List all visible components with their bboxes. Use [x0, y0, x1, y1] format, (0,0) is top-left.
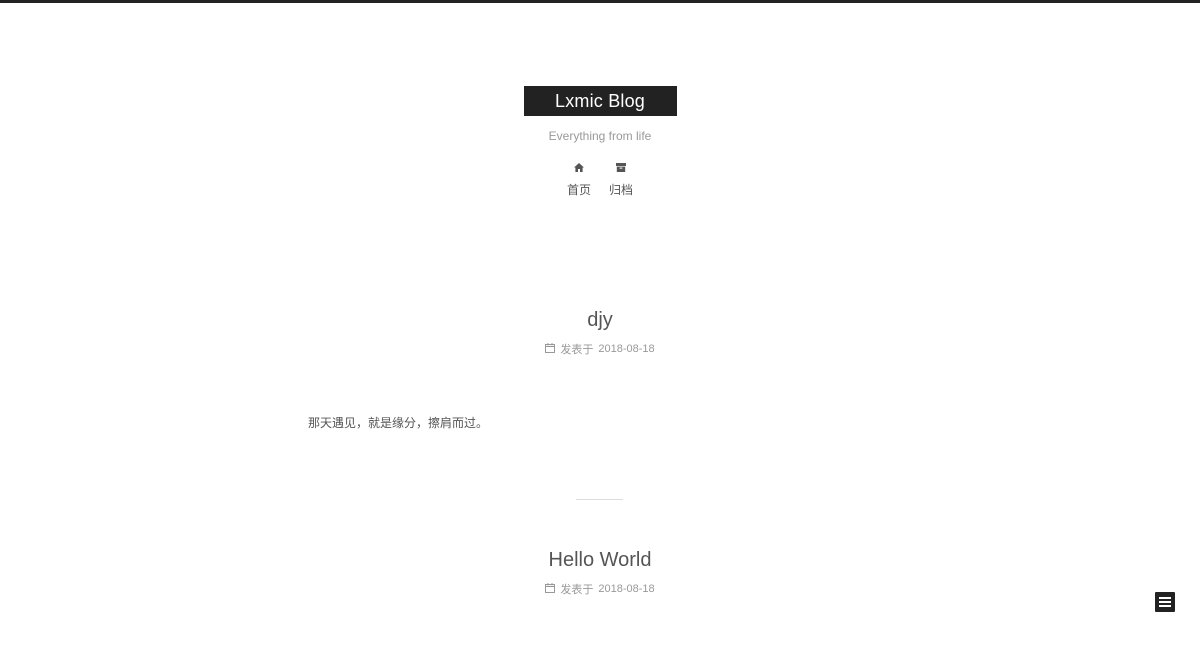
post-title[interactable]: djy — [587, 309, 613, 331]
home-icon — [574, 159, 584, 175]
post-title[interactable]: Hello World — [549, 549, 652, 571]
sidebar-toggle-button[interactable] — [1155, 592, 1175, 612]
menu-label-home: 首页 — [566, 183, 591, 197]
post-meta-label: 发表于 — [560, 584, 594, 596]
post-meta: 发表于 2018-08-18 — [0, 581, 1200, 597]
post-date: 2018-08-18 — [598, 583, 655, 595]
archive-icon — [616, 159, 626, 175]
post-date: 2018-08-18 — [598, 343, 655, 355]
calendar-icon — [545, 582, 556, 596]
menu-item-home[interactable]: 首页 — [565, 159, 593, 198]
calendar-icon — [545, 342, 556, 356]
menu-item-archive[interactable]: 归档 — [607, 159, 635, 198]
site-header: Lxmic Blog Everything from life 首页 归档 — [0, 86, 1200, 198]
post-divider — [576, 499, 623, 500]
menu-icon — [1159, 597, 1171, 599]
post-meta-label: 发表于 — [560, 344, 594, 356]
menu-label-archive: 归档 — [608, 183, 633, 197]
site-subtitle: Everything from life — [548, 129, 652, 143]
post-item: djy 发表于 2018-08-18 — [0, 309, 1200, 357]
top-bar — [0, 0, 1200, 3]
site-title[interactable]: Lxmic Blog — [523, 86, 677, 116]
main-menu: 首页 归档 — [0, 159, 1200, 198]
post-excerpt: 那天遇见，就是缘分，擦肩而过。 — [308, 416, 489, 430]
post-item: Hello World 发表于 2018-08-18 — [0, 549, 1200, 597]
post-meta: 发表于 2018-08-18 — [0, 341, 1200, 357]
